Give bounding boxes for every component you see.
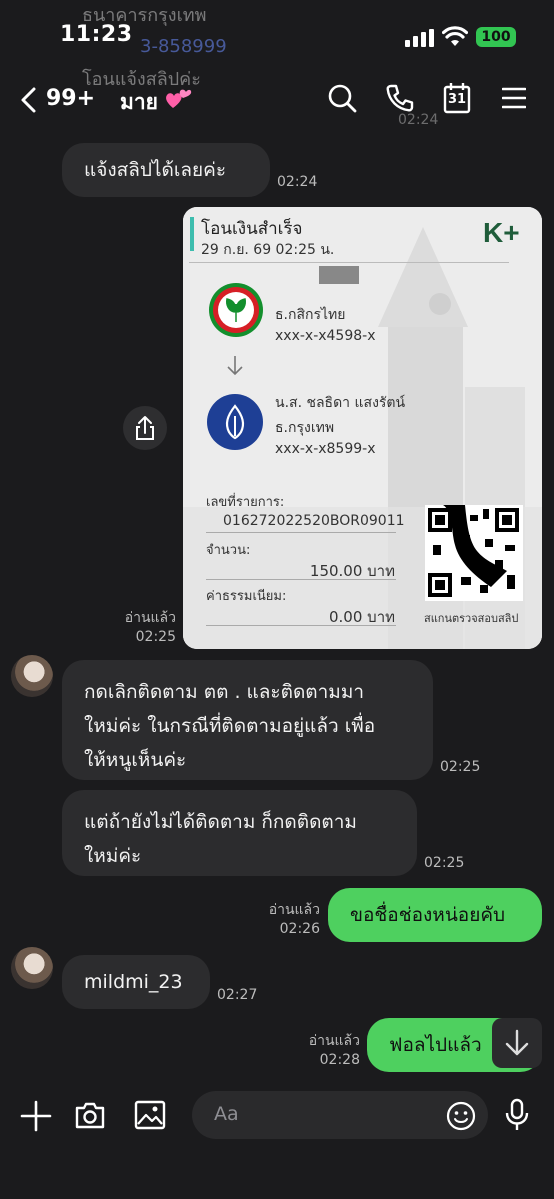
qr-code[interactable] bbox=[425, 505, 523, 601]
message-time: 02:24 bbox=[277, 174, 318, 190]
chat-title[interactable]: มาย bbox=[120, 86, 158, 119]
battery-indicator: 100 bbox=[476, 27, 516, 47]
message-bubble[interactable]: กดเลิกติดตาม ตต . และติดตามมา ใหม่ค่ะ ใน… bbox=[62, 660, 433, 780]
from-bank: ธ.กสิกรไทย bbox=[275, 307, 346, 323]
amount-label: จำนวน: bbox=[206, 543, 251, 558]
message-line: ใหม่ค่ะ bbox=[84, 845, 142, 867]
calendar-day: 31 bbox=[447, 92, 467, 107]
to-account: xxx-x-x8599-x bbox=[275, 441, 376, 457]
camera-icon[interactable] bbox=[74, 1100, 106, 1130]
to-bank: ธ.กรุงเทพ bbox=[275, 420, 335, 436]
qr-caption: สแกนตรวจสอบสลิป bbox=[424, 612, 519, 625]
transfer-slip-image[interactable]: โอนเงินสำเร็จ 29 ก.ย. 69 02:25 น. K+ ธ.ก… bbox=[183, 207, 542, 649]
arrow-down-icon bbox=[225, 355, 245, 377]
share-icon bbox=[136, 416, 154, 440]
phone-call-icon[interactable] bbox=[385, 83, 415, 113]
underlay-text: ธนาคารกรุงเทพ bbox=[82, 5, 207, 26]
slip-date: 29 ก.ย. 69 02:25 น. bbox=[201, 242, 335, 258]
slip-title: โอนเงินสำเร็จ bbox=[201, 219, 303, 239]
avatar[interactable] bbox=[11, 947, 53, 989]
divider bbox=[189, 262, 509, 263]
read-receipt: อ่านแล้ว bbox=[124, 610, 176, 626]
message-line: แต่ถ้ายังไม่ได้ติดตาม ก็กดติดตาม bbox=[84, 811, 357, 833]
message-line: ให้หนูเห็นค่ะ bbox=[84, 749, 187, 771]
message-time: 02:26 bbox=[279, 921, 320, 937]
divider bbox=[206, 579, 396, 580]
bangkok-bank-icon bbox=[207, 394, 263, 450]
slip-accent-bar bbox=[190, 217, 194, 251]
message-bubble[interactable]: ขอชื่อช่องหน่อยคับ bbox=[328, 888, 542, 942]
message-time: 02:25 bbox=[424, 855, 465, 871]
share-button[interactable] bbox=[123, 406, 167, 450]
image-gallery-icon[interactable] bbox=[134, 1100, 166, 1130]
from-account: xxx-x-x4598-x bbox=[275, 328, 376, 344]
message-time: 02:28 bbox=[319, 1052, 360, 1068]
message-time: 02:27 bbox=[217, 987, 258, 1003]
back-icon[interactable] bbox=[18, 86, 38, 114]
message-time: 02:25 bbox=[440, 759, 481, 775]
kasikorn-bank-icon bbox=[208, 282, 264, 338]
unread-count[interactable]: 99+ bbox=[46, 86, 95, 111]
divider bbox=[206, 625, 396, 626]
read-receipt: อ่านแล้ว bbox=[308, 1033, 360, 1049]
underlay-time: 02:24 bbox=[398, 112, 439, 128]
message-line: กดเลิกติดตาม ตต . และติดตามมา bbox=[84, 681, 365, 703]
fee-label: ค่าธรรมเนียม: bbox=[206, 589, 287, 604]
message-bubble[interactable]: แต่ถ้ายังไม่ได้ติดตาม ก็กดติดตาม ใหม่ค่ะ bbox=[62, 790, 417, 876]
ref-label: เลขที่รายการ: bbox=[206, 495, 285, 510]
message-time: 02:25 bbox=[135, 629, 176, 645]
message-line: ใหม่ค่ะ ในกรณีที่ติดตามอยู่แล้ว เพื่อ bbox=[84, 715, 376, 737]
message-bubble[interactable]: mildmi_23 bbox=[62, 955, 210, 1009]
menu-icon[interactable] bbox=[502, 86, 526, 110]
arrow-down-icon bbox=[505, 1029, 529, 1056]
scroll-to-bottom-button[interactable] bbox=[492, 1018, 542, 1068]
read-receipt: อ่านแล้ว bbox=[268, 902, 320, 918]
microphone-icon[interactable] bbox=[504, 1098, 530, 1132]
message-bubble[interactable]: แจ้งสลิปได้เลยค่ะ bbox=[62, 143, 270, 197]
divider bbox=[206, 532, 396, 533]
wifi-icon bbox=[442, 26, 468, 48]
search-icon[interactable] bbox=[327, 83, 357, 113]
underlay-text: 3-858999 bbox=[140, 36, 227, 57]
emoji-icon[interactable] bbox=[446, 1101, 476, 1131]
hearts-emoji-icon bbox=[164, 86, 192, 112]
plus-icon[interactable] bbox=[20, 1100, 52, 1132]
message-input-placeholder: Aa bbox=[214, 1103, 239, 1125]
kplus-logo: K+ bbox=[483, 217, 520, 248]
to-name: น.ส. ชลธิดา แสงรัตน์ bbox=[275, 395, 406, 411]
ref-value: 016272022520BOR09011 bbox=[223, 513, 405, 529]
cellular-signal-icon bbox=[405, 29, 435, 47]
avatar[interactable] bbox=[11, 655, 53, 697]
redacted-name bbox=[319, 266, 359, 284]
